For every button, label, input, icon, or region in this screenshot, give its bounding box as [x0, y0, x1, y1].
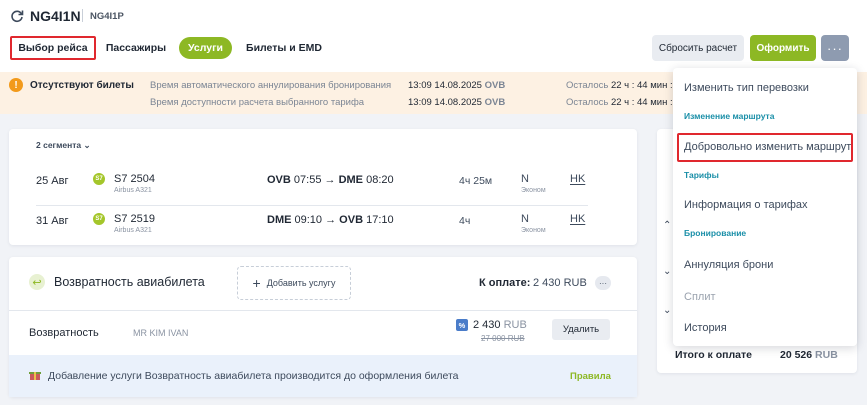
airline-logo-icon: S7 [93, 213, 105, 225]
class-name: Эконом [521, 227, 546, 234]
menu-item-cancel-booking[interactable]: Аннуляция брони [684, 259, 773, 271]
tab-flight-selection[interactable]: Выбор рейса [10, 36, 96, 60]
menu-item-history[interactable]: История [684, 322, 727, 334]
old-price: 27 000 RUB [481, 334, 525, 343]
total-value: 20 526 RUB [780, 349, 838, 361]
class-name: Эконом [521, 187, 546, 194]
alert-time: 13:09 14.08.2025 OVB [408, 97, 506, 108]
gift-icon [29, 372, 41, 380]
alert-label: Время доступности расчета выбранного тар… [150, 97, 365, 108]
booking-code-secondary: NG4I1P [90, 11, 124, 22]
flight-route: DME 09:10 → OVB 17:10 [267, 214, 394, 226]
menu-heading-fares: Тарифы [684, 170, 719, 180]
segment-status[interactable]: HK [570, 213, 585, 225]
flight-date: 31 Авг [36, 215, 69, 227]
alert-label: Время автоматического аннулирования брон… [150, 80, 392, 91]
add-service-button[interactable]: + Добавить услугу [237, 266, 351, 300]
alert-title: Отсутствуют билеты [30, 80, 134, 91]
airline-logo-icon: S7 [93, 173, 105, 185]
arrow-right-icon: → [325, 214, 337, 226]
highlight-frame [677, 133, 853, 162]
flight-number: S7 2519 [114, 213, 155, 225]
aircraft: Airbus A321 [114, 187, 152, 194]
menu-item-change-transport-type[interactable]: Изменить тип перевозки [684, 82, 809, 94]
delete-button[interactable]: Удалить [552, 319, 610, 340]
service-price: 2 430 RUB [473, 319, 527, 331]
service-title: Возвратность авиабилета [54, 275, 205, 289]
alert-time: 13:09 14.08.2025 OVB [408, 80, 506, 91]
chevron-down-icon[interactable]: ⌄ [663, 266, 671, 277]
alert-remaining: Осталось 22 ч : 44 мин : [566, 80, 673, 91]
booking-class: N [521, 213, 529, 225]
flight-duration: 4ч [459, 215, 471, 227]
discount-badge: % [456, 319, 468, 331]
to-pay-label: К оплате: [479, 277, 531, 289]
to-pay-value: 2 430 RUB [533, 277, 587, 289]
reset-calculation-button[interactable]: Сбросить расчет [652, 35, 744, 61]
menu-item-fare-info[interactable]: Информация о тарифах [684, 199, 808, 211]
more-options-button[interactable]: ··· [595, 276, 611, 290]
menu-heading-route-change: Изменение маршрута [684, 111, 775, 121]
tab-passengers[interactable]: Пассажиры [100, 36, 172, 60]
alert-remaining: Осталось 22 ч : 44 мин : [566, 97, 673, 108]
aircraft: Airbus A321 [114, 227, 152, 234]
flight-date: 25 Авг [36, 175, 69, 187]
menu-item-split[interactable]: Сплит [684, 291, 716, 303]
info-note-text: Добавление услуги Возвратность авиабилет… [48, 370, 459, 382]
tab-tickets-emd[interactable]: Билеты и EMD [240, 36, 328, 60]
flight-row: 31 Авг S7 S7 2519 Airbus A321 DME 09:10 … [36, 205, 588, 241]
arrow-right-icon: → [324, 174, 336, 186]
warning-icon: ! [9, 78, 23, 92]
flight-duration: 4ч 25м [459, 175, 493, 187]
booking-class: N [521, 173, 529, 185]
tab-services[interactable]: Услуги [179, 37, 232, 59]
flight-number: S7 2504 [114, 173, 155, 185]
flight-route: OVB 07:55 → DME 08:20 [267, 174, 394, 186]
issue-button[interactable]: Оформить [750, 35, 816, 61]
segments-toggle[interactable]: 2 сегмента ⌄ [36, 140, 91, 151]
service-row-label: Возвратность [29, 327, 99, 339]
divider [82, 9, 83, 22]
chevron-up-icon[interactable]: ⌃ [663, 220, 671, 231]
chevron-down-icon: ⌄ [83, 140, 91, 150]
return-icon: ↩ [29, 274, 45, 290]
chevron-down-icon[interactable]: ⌄ [663, 305, 671, 316]
total-label: Итого к оплате [675, 349, 752, 361]
rules-link[interactable]: Правила [570, 371, 611, 382]
menu-heading-booking: Бронирование [684, 228, 747, 238]
more-menu-button[interactable]: ··· [821, 35, 849, 61]
passenger-name: MR KIM IVAN [133, 328, 189, 338]
booking-code: NG4I1N [30, 8, 81, 24]
plus-icon: + [252, 275, 261, 291]
divider [9, 310, 637, 311]
refresh-icon[interactable] [10, 9, 24, 23]
flight-row: 25 Авг S7 S7 2504 Airbus A321 OVB 07:55 … [36, 165, 588, 201]
segment-status[interactable]: HK [570, 173, 585, 185]
